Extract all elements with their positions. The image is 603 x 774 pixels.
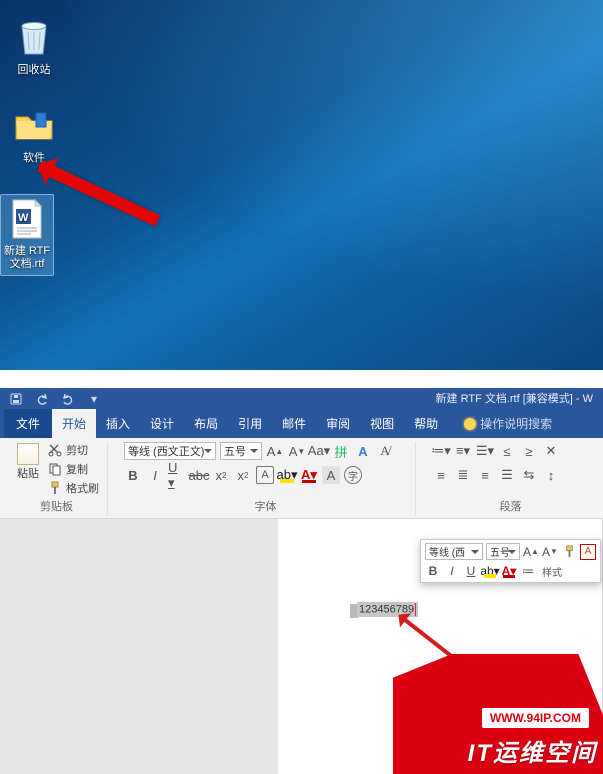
lightbulb-icon (464, 418, 476, 430)
recycle-bin-label: 回收站 (4, 64, 64, 77)
font-group-label: 字体 (124, 498, 407, 514)
tab-view[interactable]: 视图 (360, 409, 404, 438)
copy-button[interactable]: 复制 (48, 461, 99, 477)
italic-button[interactable]: I (146, 466, 164, 484)
mini-font-family-dropdown[interactable]: 等线 (西 (425, 543, 483, 560)
mini-underline-button[interactable]: U (463, 563, 479, 579)
superscript-button[interactable]: x2 (234, 466, 252, 484)
paste-label: 粘贴 (17, 465, 39, 481)
tab-references[interactable]: 引用 (228, 409, 272, 438)
word-window: ▾ 新建 RTF 文档.rtf [兼容模式] - W 文件 开始 插入 设计 布… (0, 388, 603, 774)
save-icon[interactable] (10, 393, 22, 405)
paintbrush-icon (48, 481, 62, 495)
mini-italic-button[interactable]: I (444, 563, 460, 579)
tab-help[interactable]: 帮助 (404, 409, 448, 438)
tab-layout[interactable]: 布局 (184, 409, 228, 438)
ribbon: 粘贴 剪切 复制 (0, 438, 603, 519)
shrink-font-button[interactable]: A▼ (288, 442, 306, 460)
strikethrough-button[interactable]: abc (190, 466, 208, 484)
mini-bullets-button[interactable]: ≔ (520, 563, 536, 579)
annotation-arrow-icon (37, 161, 160, 227)
character-border-button[interactable]: A (256, 466, 274, 484)
text-cursor-icon (415, 603, 416, 616)
align-center-button[interactable]: ≣ (454, 466, 472, 484)
mini-toolbar: 等线 (西 五号 A▲ A▼ A B I U ab▾ A▾ ≔ 样式 (420, 539, 601, 583)
distribute-button[interactable]: ⇆ (520, 466, 538, 484)
clear-formatting-button[interactable]: A̸ (376, 442, 394, 460)
watermark-banner: WWW.94IP.COM IT运维空间 (393, 654, 603, 774)
mini-shrink-font-button[interactable]: A▼ (542, 544, 558, 560)
asian-layout-button[interactable]: ✕ (542, 442, 560, 460)
bold-button[interactable]: B (124, 466, 142, 484)
windows-desktop: 回收站 软件 W 新建 RTF 文档.rtf (0, 0, 603, 370)
justify-button[interactable]: ☰ (498, 466, 516, 484)
paragraph-group: ≔▾ ≡▾ ☰▾ ≤ ≥ ✕ ≡ ≣ ≡ ☰ ⇆ ↕ 段落 (424, 442, 597, 516)
rtf-file-icon[interactable]: W 新建 RTF 文档.rtf (0, 194, 54, 276)
bullets-button[interactable]: ≔▾ (432, 442, 450, 460)
tab-review[interactable]: 审阅 (316, 409, 360, 438)
mini-styles-button[interactable]: A (580, 544, 596, 560)
rtf-file-label: 新建 RTF 文档.rtf (1, 245, 53, 271)
text-effects-button[interactable]: A (354, 442, 372, 460)
clipboard-group: 粘贴 剪切 复制 (6, 442, 108, 516)
mini-grow-font-button[interactable]: A▲ (523, 544, 539, 560)
undo-icon[interactable] (36, 393, 48, 405)
font-color-button[interactable]: A▾ (300, 466, 318, 484)
mini-bold-button[interactable]: B (425, 563, 441, 579)
grow-font-button[interactable]: A▲ (266, 442, 284, 460)
character-shading-button[interactable]: A (322, 466, 340, 484)
svg-text:W: W (18, 212, 29, 224)
numbering-button[interactable]: ≡▾ (454, 442, 472, 460)
scissors-icon (48, 443, 62, 457)
tab-home[interactable]: 开始 (52, 409, 96, 438)
paste-button[interactable]: 粘贴 (14, 442, 42, 482)
mini-format-painter-button[interactable] (561, 544, 577, 560)
customize-qat-icon[interactable]: ▾ (88, 393, 100, 405)
watermark-slogan: IT运维空间 (468, 733, 597, 768)
multilevel-list-button[interactable]: ☰▾ (476, 442, 494, 460)
enclose-characters-button[interactable]: 字 (344, 466, 362, 484)
highlight-button[interactable]: ab▾ (278, 466, 296, 484)
font-group: 等线 (西文正文) 五号 A▲ A▼ Aa▾ 拼 A A̸ B I U ▾ ab… (116, 442, 416, 516)
gray-margin (0, 519, 278, 774)
clipboard-group-label: 剪贴板 (14, 498, 99, 514)
tab-insert[interactable]: 插入 (96, 409, 140, 438)
font-size-dropdown[interactable]: 五号 (220, 442, 262, 460)
mini-styles-label: 样式 (542, 564, 562, 579)
align-right-button[interactable]: ≡ (476, 466, 494, 484)
decrease-indent-button[interactable]: ≤ (498, 442, 516, 460)
phonetic-guide-button[interactable]: 拼 (332, 442, 350, 460)
copy-icon (48, 462, 62, 476)
format-painter-button[interactable]: 格式刷 (48, 480, 99, 496)
tab-mailings[interactable]: 邮件 (272, 409, 316, 438)
cut-button[interactable]: 剪切 (48, 442, 99, 458)
subscript-button[interactable]: x2 (212, 466, 230, 484)
increase-indent-button[interactable]: ≥ (520, 442, 538, 460)
tell-me-search[interactable]: 操作说明搜索 (454, 411, 562, 438)
ribbon-tabs: 文件 开始 插入 设计 布局 引用 邮件 审阅 视图 帮助 操作说明搜索 (0, 410, 603, 438)
change-case-button[interactable]: Aa▾ (310, 442, 328, 460)
document-area: 等线 (西 五号 A▲ A▼ A B I U ab▾ A▾ ≔ 样式 12345 (0, 519, 603, 774)
underline-button[interactable]: U ▾ (168, 466, 186, 484)
window-title: 新建 RTF 文档.rtf [兼容模式] - W (436, 390, 593, 406)
tab-file[interactable]: 文件 (4, 409, 52, 438)
tell-me-label: 操作说明搜索 (480, 415, 552, 432)
recycle-bin-icon[interactable]: 回收站 (4, 16, 64, 77)
font-family-dropdown[interactable]: 等线 (西文正文) (124, 442, 216, 460)
line-spacing-button[interactable]: ↕ (542, 466, 560, 484)
redo-icon[interactable] (62, 393, 74, 405)
mini-font-color-button[interactable]: A▾ (501, 563, 517, 579)
tab-design[interactable]: 设计 (140, 409, 184, 438)
paragraph-group-label: 段落 (432, 498, 589, 514)
mini-highlight-button[interactable]: ab▾ (482, 563, 498, 579)
mini-font-size-dropdown[interactable]: 五号 (486, 543, 520, 560)
watermark-url: WWW.94IP.COM (482, 708, 589, 728)
align-left-button[interactable]: ≡ (432, 466, 450, 484)
